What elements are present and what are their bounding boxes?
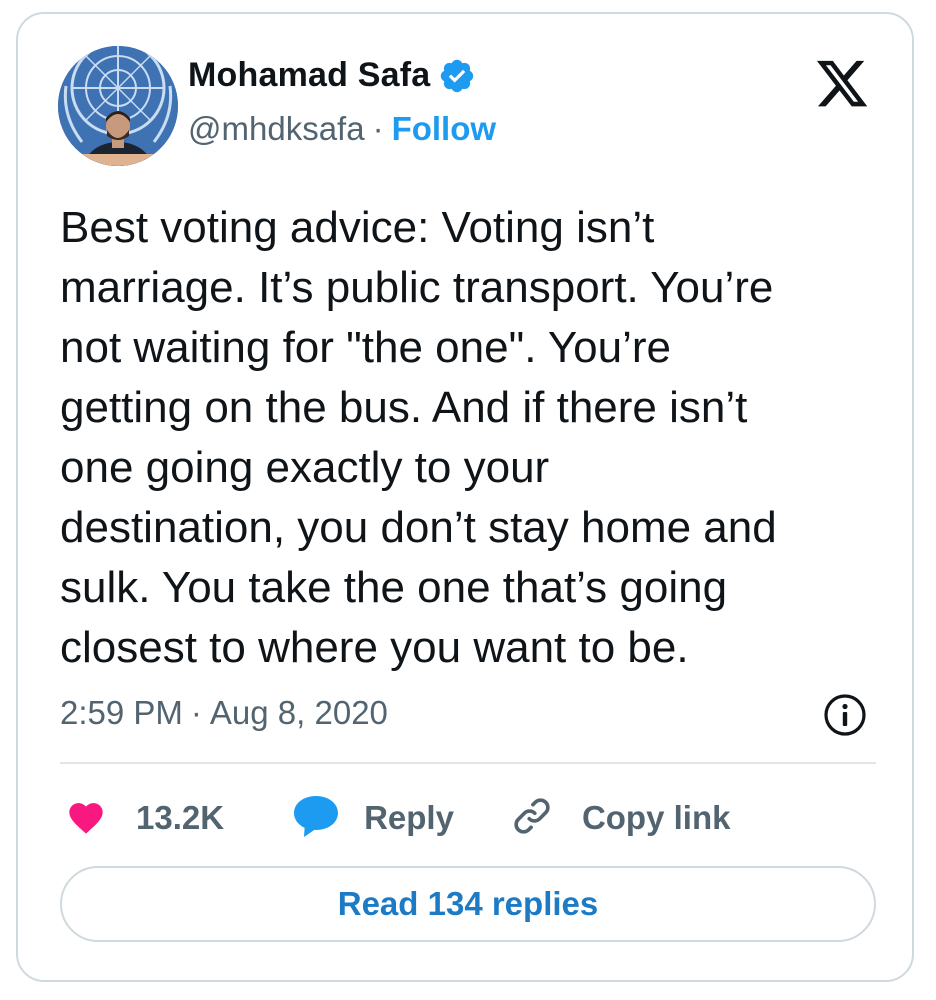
copy-link-button[interactable]: Copy link — [510, 794, 731, 843]
divider — [60, 762, 876, 764]
author-name-row: Mohamad Safa — [188, 56, 476, 95]
author-display-name[interactable]: Mohamad Safa — [188, 56, 430, 95]
avatar[interactable] — [58, 46, 178, 166]
x-logo-icon[interactable] — [814, 60, 870, 112]
tweet-date[interactable]: Aug 8, 2020 — [210, 694, 388, 732]
verified-badge-icon — [438, 57, 476, 95]
link-icon — [510, 794, 554, 843]
speech-bubble-icon — [290, 792, 342, 845]
like-count: 13.2K — [136, 799, 225, 836]
author-handle[interactable]: @mhdksafa — [188, 110, 365, 148]
copy-link-label: Copy link — [581, 799, 731, 836]
handle-separator: · — [372, 110, 384, 147]
info-icon[interactable] — [822, 692, 868, 738]
read-replies-button[interactable]: Read 134 replies — [60, 866, 876, 942]
tweet-actions: 13.2K Reply Copy link — [66, 788, 730, 848]
follow-button[interactable]: Follow — [392, 110, 496, 148]
timestamp-separator: · — [190, 694, 202, 731]
tweet-text: Best voting advice: Voting isn’t marriag… — [60, 203, 777, 672]
like-button[interactable]: 13.2K — [66, 797, 224, 840]
reply-button[interactable]: Reply — [290, 792, 454, 845]
tweet-card: Mohamad Safa @mhdksafa · Follow Best vot… — [16, 12, 914, 982]
author-handle-row: @mhdksafa · Follow — [188, 110, 496, 148]
avatar-photo — [58, 46, 178, 166]
read-replies-label: Read 134 replies — [337, 885, 599, 922]
heart-icon — [66, 797, 106, 840]
tweet-timestamp: 2:59 PM · Aug 8, 2020 — [60, 694, 388, 732]
tweet-time[interactable]: 2:59 PM — [60, 694, 183, 732]
reply-label: Reply — [364, 799, 454, 836]
